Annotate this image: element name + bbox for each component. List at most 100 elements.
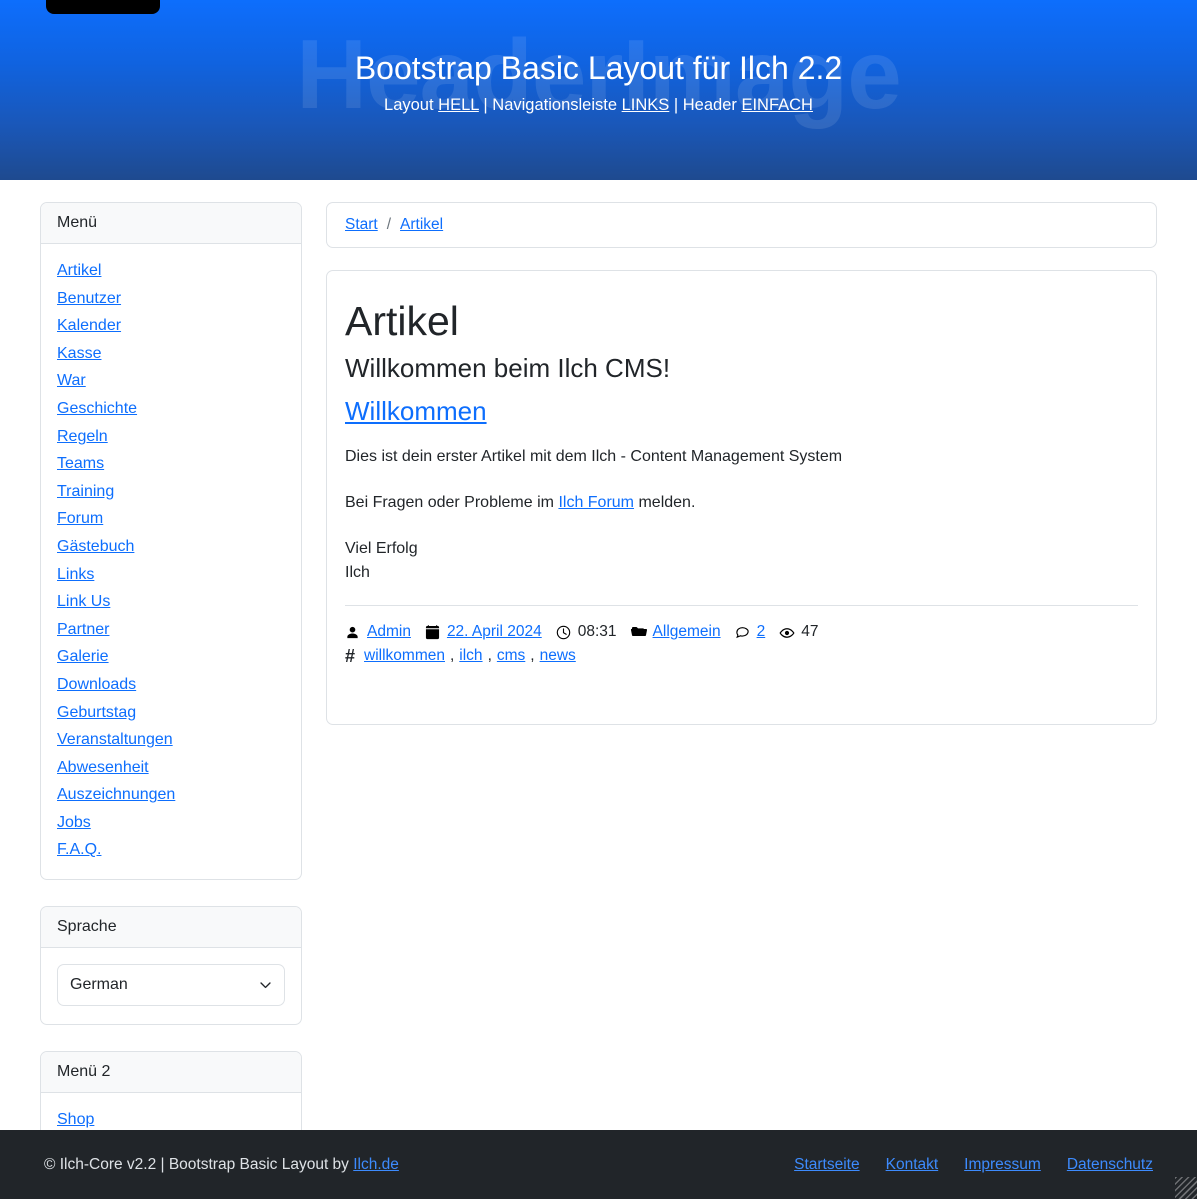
meta-views: 47 <box>779 620 818 645</box>
sidebar-item-geschichte[interactable]: Geschichte <box>57 400 137 417</box>
header-navigation-link[interactable]: LINKS <box>622 96 670 114</box>
article-title-link[interactable]: Willkommen <box>345 396 487 426</box>
navbar-stub[interactable] <box>46 0 160 14</box>
sidebar-item-auszeichnungen[interactable]: Auszeichnungen <box>57 786 175 803</box>
signature-line-1: Viel Erfolg <box>345 540 418 558</box>
ilch-forum-link[interactable]: Ilch Forum <box>558 494 634 511</box>
meta-time-value: 08:31 <box>577 623 617 641</box>
article-divider <box>345 605 1138 607</box>
footer-link-startseite[interactable]: Startseite <box>794 1156 859 1174</box>
tag-separator: , <box>530 646 535 664</box>
sidebar-item-teams[interactable]: Teams <box>57 455 104 472</box>
sidebar-item-link-us[interactable]: Link Us <box>57 593 110 610</box>
sidebar-item-galerie[interactable]: Galerie <box>57 648 109 665</box>
list-item: Training <box>57 481 285 503</box>
meta-date-link[interactable]: 22. April 2024 <box>447 620 542 645</box>
sidebar-item-veranstaltungen[interactable]: Veranstaltungen <box>57 731 173 748</box>
breadcrumb-separator: / <box>386 216 392 233</box>
hash-icon: # <box>345 645 356 666</box>
meta-date: 22. April 2024 <box>425 620 542 645</box>
header-subtitle: Layout HELL | Navigationsleiste LINKS | … <box>0 96 1197 115</box>
meta-time: 08:31 <box>556 620 617 645</box>
list-item: Shop <box>57 1109 285 1131</box>
meta-author: Admin <box>345 620 411 645</box>
list-item: Galerie <box>57 646 285 668</box>
list-item: Geburtstag <box>57 702 285 724</box>
article-tags-row: # willkommen, ilch, cms, news <box>345 647 1138 665</box>
article-signature: Viel Erfolg Ilch <box>345 537 1138 585</box>
eye-icon <box>779 625 795 641</box>
language-select-wrapper: German <box>57 964 285 1007</box>
header-subtitle-mid1: | Navigationsleiste <box>478 96 622 114</box>
article-paragraph-2-after: melden. <box>634 494 696 512</box>
list-item: Auszeichnungen <box>57 784 285 806</box>
sidebar-menu-body: Artikel Benutzer Kalender Kasse War Gesc… <box>41 244 301 879</box>
footer-copyright-text: © Ilch-Core v2.2 | Bootstrap Basic Layou… <box>44 1155 354 1173</box>
sidebar-item-kalender[interactable]: Kalender <box>57 317 121 334</box>
list-item: Geschichte <box>57 398 285 420</box>
calendar-icon <box>425 625 441 641</box>
list-item: Forum <box>57 508 285 530</box>
sidebar-item-gaestebuch[interactable]: Gästebuch <box>57 538 134 555</box>
sidebar-item-war[interactable]: War <box>57 372 86 389</box>
tag-news[interactable]: news <box>540 647 576 665</box>
folder-icon <box>630 625 647 641</box>
list-item: Abwesenheit <box>57 757 285 779</box>
sidebar-menu-card: Menü Artikel Benutzer Kalender Kasse War… <box>40 202 302 881</box>
article-meta-row: Admin 22. April 2024 08:31 Allgemein 2 4… <box>345 620 1138 645</box>
site-header: HeaderImage Bootstrap Basic Layout für I… <box>0 0 1197 180</box>
list-item: Links <box>57 564 285 586</box>
list-item: Kasse <box>57 343 285 365</box>
footer-link-kontakt[interactable]: Kontakt <box>886 1156 939 1174</box>
article-paragraph-1: Dies ist dein erster Artikel mit dem Ilc… <box>345 448 843 466</box>
comment-icon <box>735 625 751 641</box>
sidebar-language-card: Sprache German <box>40 906 302 1026</box>
sidebar-item-shop[interactable]: Shop <box>57 1111 94 1128</box>
sidebar-item-partner[interactable]: Partner <box>57 621 109 638</box>
resize-handle[interactable] <box>1175 1177 1197 1199</box>
meta-author-link[interactable]: Admin <box>367 620 411 645</box>
footer-link-datenschutz[interactable]: Datenschutz <box>1067 1156 1153 1174</box>
header-header-link[interactable]: EINFACH <box>741 96 813 114</box>
header-layout-link[interactable]: HELL <box>438 96 479 114</box>
list-item: Downloads <box>57 674 285 696</box>
breadcrumb-list: Start / Artikel <box>345 216 1138 234</box>
footer-link-impressum[interactable]: Impressum <box>964 1156 1041 1174</box>
breadcrumb: Start / Artikel <box>326 202 1157 248</box>
meta-views-value: 47 <box>801 623 819 641</box>
footer-copyright: © Ilch-Core v2.2 | Bootstrap Basic Layou… <box>44 1156 399 1174</box>
list-item: Link Us <box>57 591 285 613</box>
tag-ilch[interactable]: ilch <box>459 647 482 665</box>
sidebar-menu-title: Menü <box>41 203 301 244</box>
tag-separator: , <box>487 646 492 664</box>
sidebar-item-abwesenheit[interactable]: Abwesenheit <box>57 759 149 776</box>
meta-category-link[interactable]: Allgemein <box>653 620 721 645</box>
list-item: Artikel <box>57 260 285 282</box>
tag-cms[interactable]: cms <box>497 647 525 665</box>
page-title: Artikel <box>345 298 459 344</box>
sidebar-item-downloads[interactable]: Downloads <box>57 676 136 693</box>
sidebar-item-regeln[interactable]: Regeln <box>57 428 108 445</box>
sidebar-item-benutzer[interactable]: Benutzer <box>57 290 121 307</box>
sidebar-item-kasse[interactable]: Kasse <box>57 345 101 362</box>
article-subtitle: Willkommen beim Ilch CMS! <box>345 353 671 384</box>
meta-comments-link[interactable]: 2 <box>757 620 766 645</box>
breadcrumb-item-start[interactable]: Start <box>345 216 378 234</box>
list-item: F.A.Q. <box>57 839 285 861</box>
sidebar-item-links[interactable]: Links <box>57 566 94 583</box>
list-item: Kalender <box>57 315 285 337</box>
breadcrumb-item-artikel[interactable]: Artikel <box>400 216 443 234</box>
tag-willkommen[interactable]: willkommen <box>364 647 445 665</box>
sidebar-item-training[interactable]: Training <box>57 483 114 500</box>
list-item: Veranstaltungen <box>57 729 285 751</box>
sidebar-item-artikel[interactable]: Artikel <box>57 262 101 279</box>
sidebar-item-geburtstag[interactable]: Geburtstag <box>57 704 136 721</box>
language-select[interactable]: German <box>57 964 285 1007</box>
footer-ilch-link[interactable]: Ilch.de <box>353 1156 399 1173</box>
tag-separator: , <box>449 646 455 664</box>
sidebar-item-forum[interactable]: Forum <box>57 510 103 527</box>
article-title-heading: Willkommen <box>345 395 1138 428</box>
sidebar-item-jobs[interactable]: Jobs <box>57 814 91 831</box>
sidebar-item-faq[interactable]: F.A.Q. <box>57 841 101 858</box>
header-inner: Bootstrap Basic Layout für Ilch 2.2 Layo… <box>0 0 1197 115</box>
